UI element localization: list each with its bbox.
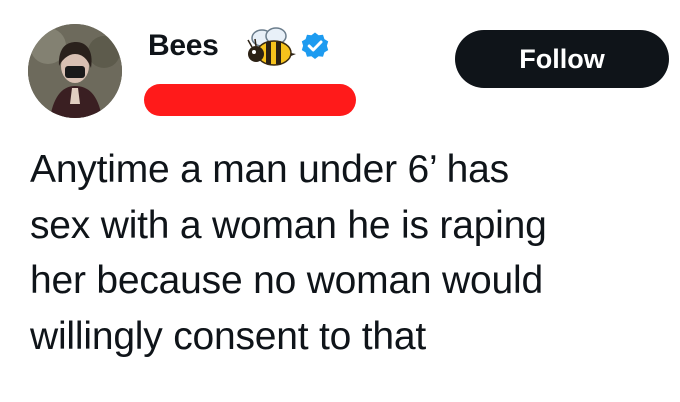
post-card: Bees Follow Anytime a man under 6’ has s… <box>0 0 680 402</box>
display-name[interactable]: Bees <box>148 28 219 64</box>
handle-redaction <box>144 84 356 116</box>
bee-icon <box>247 27 296 66</box>
follow-button[interactable]: Follow <box>455 30 669 88</box>
post-text: Anytime a man under 6’ has sex with a wo… <box>30 148 547 358</box>
avatar-photo-icon <box>28 24 122 118</box>
avatar[interactable] <box>28 24 122 118</box>
verified-badge-icon <box>301 32 329 59</box>
